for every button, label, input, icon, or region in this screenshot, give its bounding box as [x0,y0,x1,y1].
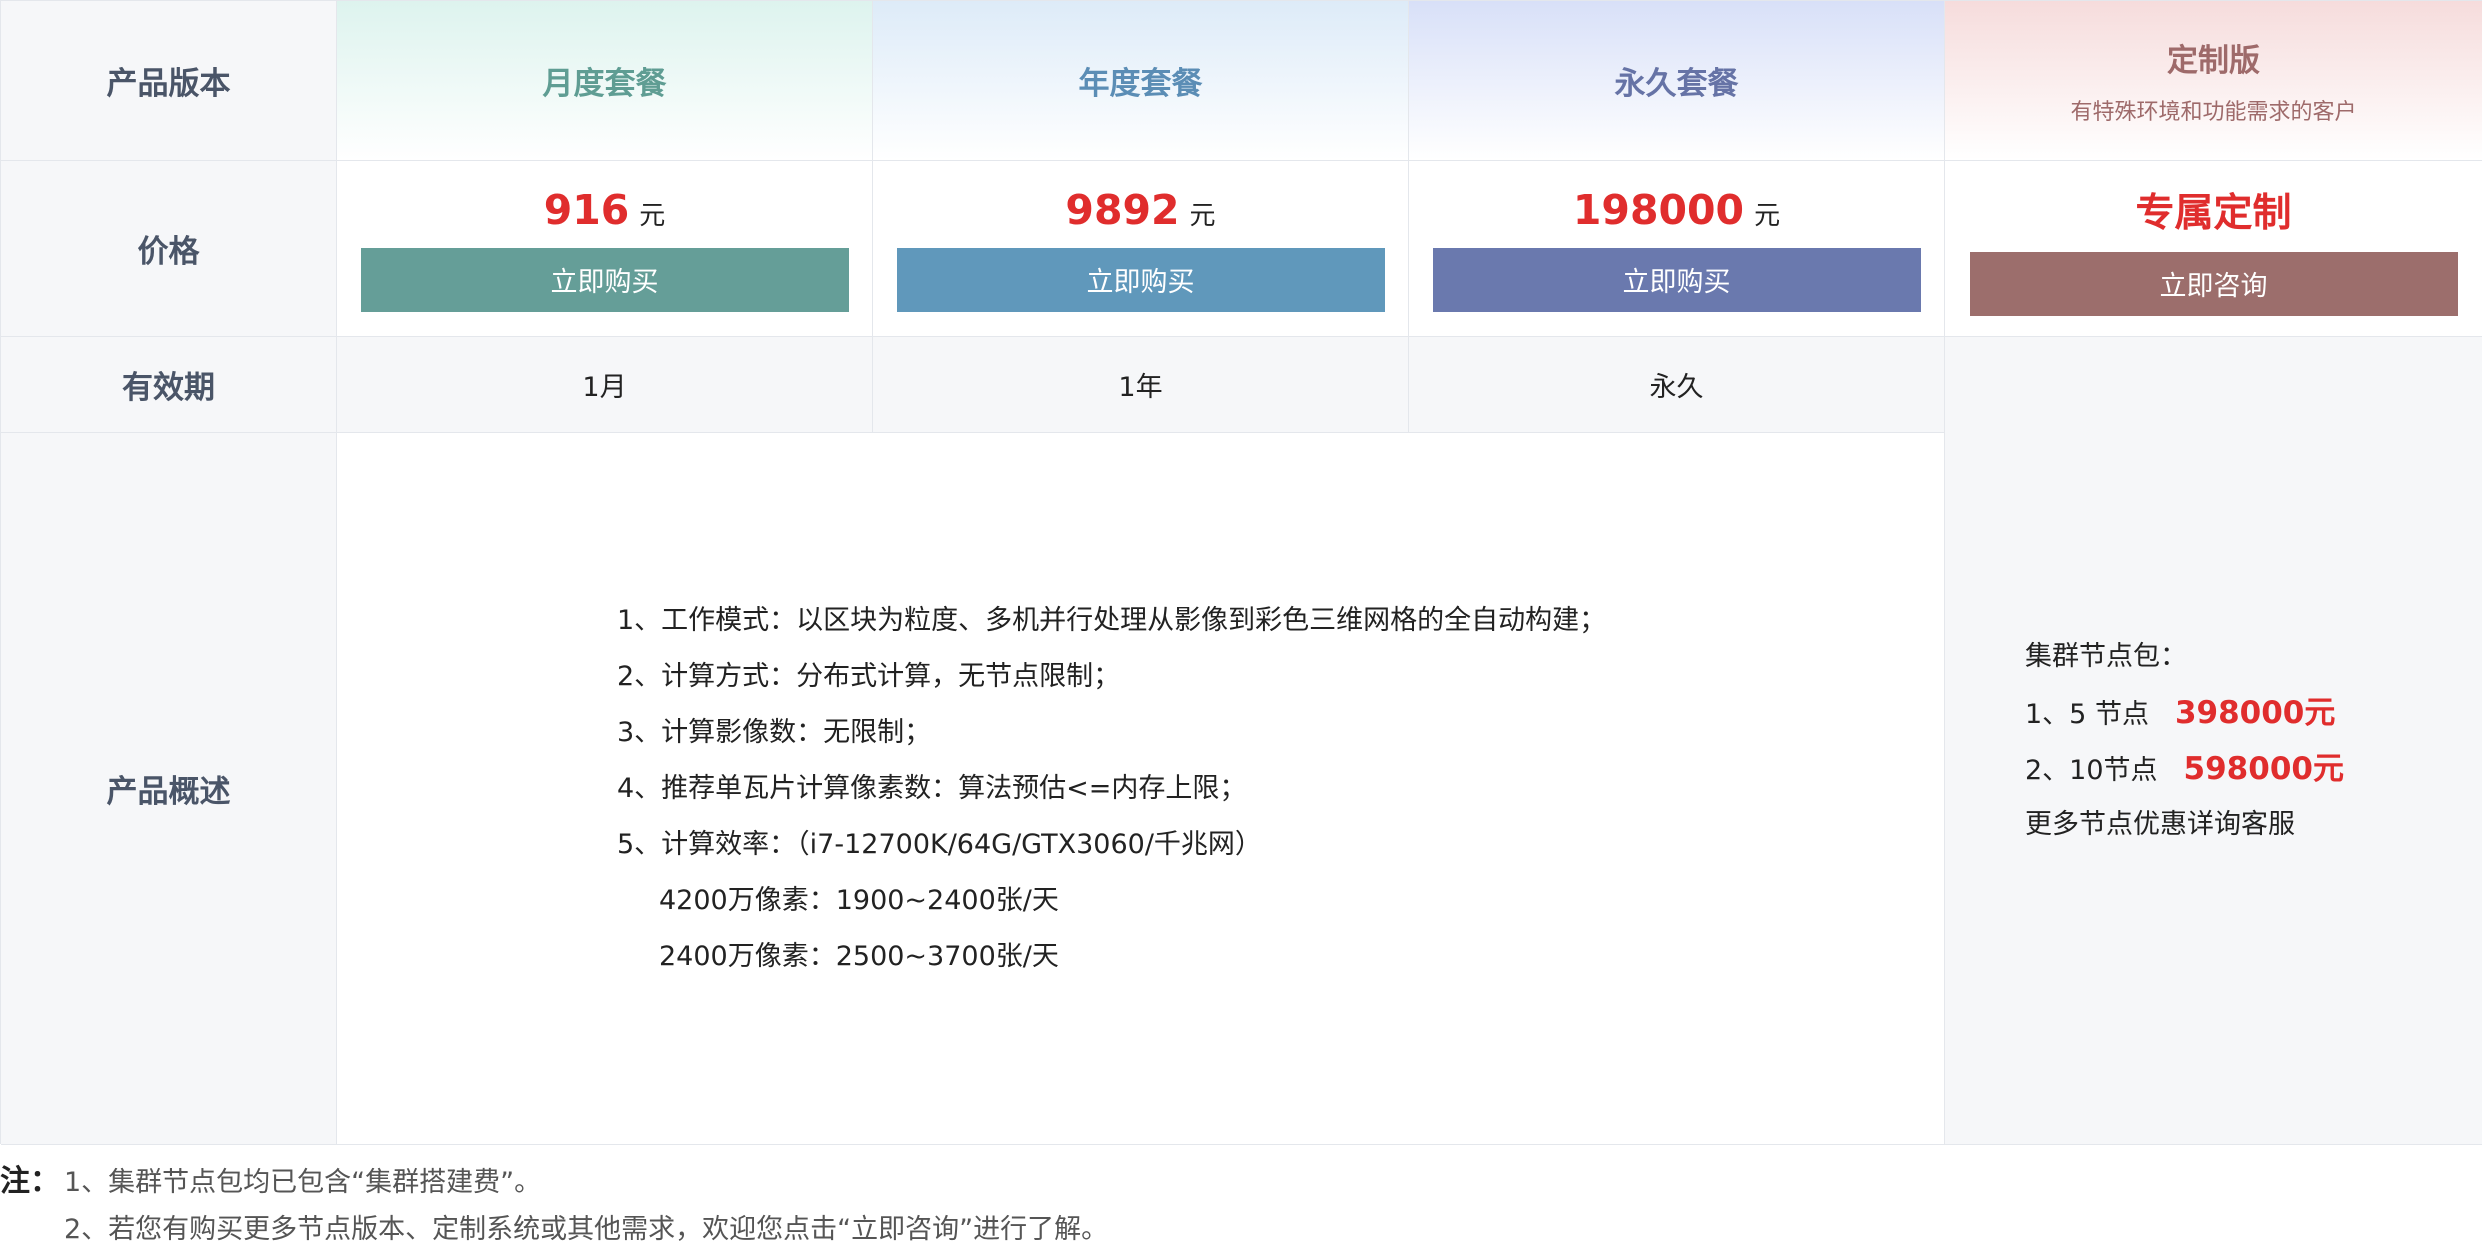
plan-name-forever: 永久套餐 [1614,66,1739,102]
price-custom: 专属定制 [2135,190,2292,236]
package-label: 2、10节点 [2025,754,2158,786]
summary-line: 2、计算方式：分布式计算，无节点限制； [617,660,1121,692]
row-label-version-text: 产品版本 [106,66,231,102]
pricing-table: 产品版本 月度套餐 年度套餐 永久套餐 定制版 有特殊环境和功能需求的客户 价格… [0,0,2482,1145]
row-label-summary-text: 产品概述 [106,774,231,810]
validity-yearly: 1年 [873,337,1409,433]
validity-monthly: 1月 [337,337,873,433]
consult-button[interactable]: 立即咨询 [1969,251,2458,316]
summary-line: 1、工作模式：以区块为粒度、多机并行处理从影像到彩色三维网格的全自动构建； [617,604,1607,636]
price-cell-custom: 专属定制 立即咨询 [1945,161,2482,337]
validity-monthly-text: 1月 [582,372,627,403]
buy-button-yearly[interactable]: 立即购买 [896,247,1385,312]
plan-header-custom: 定制版 有特殊环境和功能需求的客户 [1945,1,2482,161]
row-label-price-text: 价格 [137,234,200,270]
custom-package-cell: 集群节点包： 1、5 节点 398000元 2、10节点 598000元 更多节点优… [1945,337,2482,1145]
summary-line: 4、推荐单瓦片计算像素数：算法预估<=内存上限； [617,772,1247,804]
package-title: 集群节点包： [2025,640,2187,672]
plan-header-forever: 永久套餐 [1409,1,1945,161]
price-forever: 198000 [1572,185,1745,234]
summary-line: 4200万像素：1900~2400张/天 [659,884,1059,916]
package-item: 2、10节点 598000元 [2025,741,2344,797]
validity-forever-text: 永久 [1649,372,1704,403]
price-line-monthly: 916 元 [544,186,666,234]
row-label-validity-text: 有效期 [122,370,215,406]
price-cell-monthly: 916 元 立即购买 [337,161,873,337]
custom-description: 有特殊环境和功能需求的客户 [2070,100,2357,125]
price-yearly: 9892 [1065,185,1180,234]
plan-name-custom: 定制版 [2167,43,2260,79]
note-text: 2、若您有购买更多节点版本、定制系统或其他需求，欢迎您点击“立即咨询”进行了解。 [64,1214,1109,1245]
plan-name-yearly: 年度套餐 [1078,66,1203,102]
summary-list: 1、工作模式：以区块为粒度、多机并行处理从影像到彩色三维网格的全自动构建； 2、… [337,593,1606,985]
validity-forever: 永久 [1409,337,1945,433]
package-more: 更多节点优惠详询客服 [2025,808,2295,840]
buy-button-forever[interactable]: 立即购买 [1432,247,1921,312]
package-price: 598000元 [2183,750,2344,787]
price-unit-forever: 元 [1754,200,1781,231]
plan-header-yearly: 年度套餐 [873,1,1409,161]
price-monthly: 916 [543,185,630,234]
price-unit-monthly: 元 [639,200,666,231]
validity-yearly-text: 1年 [1118,372,1163,403]
row-label-version: 产品版本 [1,1,337,161]
package-price: 398000元 [2174,694,2336,731]
row-label-price: 价格 [1,161,337,337]
row-label-summary: 产品概述 [1,433,337,1145]
notes: 注： 1、集群节点包均已包含“集群搭建费”。 2、若您有购买更多节点版本、定制系统… [0,1158,1108,1254]
note-line: 注： 1、集群节点包均已包含“集群搭建费”。 [0,1158,1108,1206]
plan-name-monthly: 月度套餐 [542,66,667,102]
summary-line: 5、计算效率：（i7-12700K/64G/GTX3060/千兆网） [617,828,1262,860]
note-line: 2、若您有购买更多节点版本、定制系统或其他需求，欢迎您点击“立即咨询”进行了解。 [0,1206,1108,1254]
buy-button-monthly[interactable]: 立即购买 [360,247,849,312]
note-label: 注： [0,1164,60,1199]
custom-package-list: 集群节点包： 1、5 节点 398000元 2、10节点 598000元 更多节点优… [1945,629,2344,853]
summary-line: 2400万像素：2500~3700张/天 [659,940,1059,972]
package-item: 1、5 节点 398000元 [2025,685,2344,741]
price-line-yearly: 9892 元 [1065,186,1215,234]
price-cell-yearly: 9892 元 立即购买 [873,161,1409,337]
plan-header-monthly: 月度套餐 [337,1,873,161]
summary-cell: 1、工作模式：以区块为粒度、多机并行处理从影像到彩色三维网格的全自动构建； 2、… [337,433,1945,1145]
price-line-forever: 198000 元 [1573,186,1780,234]
summary-line: 3、计算影像数：无限制； [617,716,932,748]
package-label: 1、5 节点 [2025,698,2149,730]
price-cell-forever: 198000 元 立即购买 [1409,161,1945,337]
price-unit-yearly: 元 [1189,200,1216,231]
note-text: 1、集群节点包均已包含“集群搭建费”。 [64,1167,542,1198]
row-label-validity: 有效期 [1,337,337,433]
